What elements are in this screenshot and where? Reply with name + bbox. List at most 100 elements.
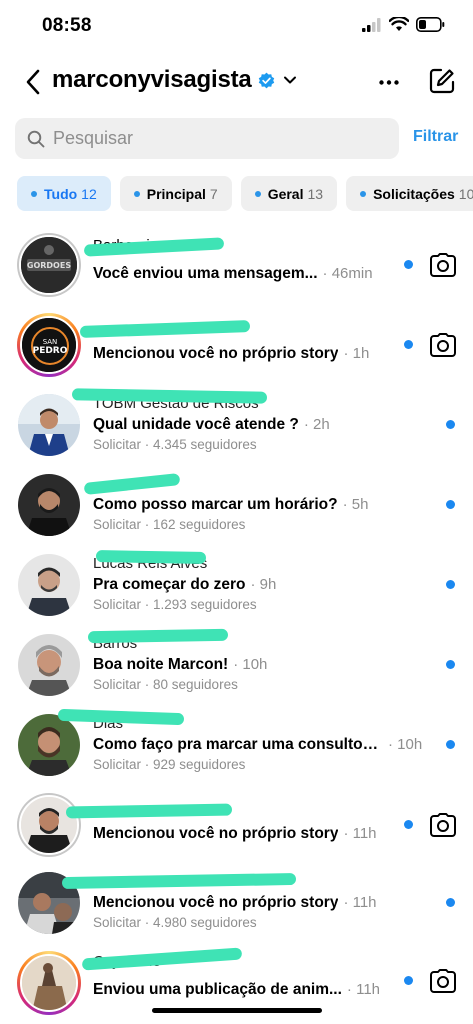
unread-dot-icon — [133, 190, 140, 197]
conversation-preview: Enviou uma publicação de anim... · 11h — [93, 981, 380, 999]
camera-icon — [430, 813, 456, 837]
avatar-image — [18, 634, 80, 696]
conversation-preview: Mencionou você no próprio story · 11h — [93, 825, 377, 843]
conversation-row[interactable]: Como posso marcar um horário? · 5h Solic… — [0, 465, 473, 545]
chip-general[interactable]: Geral 13 — [240, 176, 338, 211]
chip-count: 12 — [81, 185, 97, 202]
redaction-mark — [95, 550, 207, 564]
avatar-image — [21, 797, 77, 853]
conversation-meta: Solicitar · 80 seguidores — [93, 677, 238, 692]
chip-label: Solicitações — [373, 185, 455, 202]
svg-text:PEDRO: PEDRO — [33, 346, 68, 356]
chip-count: 7 — [209, 185, 218, 202]
filter-button[interactable]: Filtrar — [413, 128, 458, 146]
redaction-mark — [61, 872, 297, 890]
unread-dot — [446, 420, 455, 429]
camera-button[interactable] — [428, 250, 458, 280]
unread-dot — [446, 500, 455, 509]
unread-dot — [446, 660, 455, 669]
redaction-mark — [87, 628, 229, 644]
status-icons — [362, 17, 445, 32]
conversation-row[interactable]: Lucas Reis Alves Pra começar do zero · 9… — [0, 545, 473, 625]
redaction-mark — [83, 473, 181, 495]
message-time: · 46min — [322, 265, 373, 282]
unread-dot — [446, 580, 455, 589]
conversation-preview: Você enviou uma mensagem... · 46min — [93, 265, 373, 283]
svg-text:SAN: SAN — [43, 338, 58, 346]
search-bar[interactable] — [15, 118, 399, 159]
more-icon — [379, 79, 399, 85]
camera-icon — [430, 253, 456, 277]
avatar-image: GORDOES — [21, 237, 77, 293]
message-text: Como faço pra marcar uma consultori... — [93, 736, 383, 753]
conversation-row[interactable]: Mencionou você no próprio story · 11h So… — [0, 865, 473, 945]
conversation-row[interactable]: Barros Boa noite Marcon! · 10h Solicitar… — [0, 625, 473, 705]
camera-button[interactable] — [428, 330, 458, 360]
home-indicator[interactable] — [152, 1008, 322, 1013]
message-text: Pra começar do zero — [93, 576, 246, 593]
message-text: Mencionou você no próprio story — [93, 345, 339, 362]
compose-icon — [429, 68, 455, 94]
message-time: · 11h — [346, 981, 380, 998]
avatar-image — [18, 714, 80, 776]
avatar — [18, 394, 80, 456]
conversation-preview: Pra começar do zero · 9h — [93, 576, 276, 594]
avatar — [18, 714, 80, 776]
chip-label: Tudo — [44, 185, 78, 202]
unread-dot — [446, 898, 455, 907]
back-icon — [26, 69, 40, 95]
conversation-preview: Como posso marcar um horário? · 5h — [93, 496, 368, 514]
conversation-row[interactable]: SAN PEDRO Mencionou você no próprio stor… — [0, 305, 473, 385]
chevron-down-icon — [283, 76, 296, 84]
conversation-meta: Solicitar · 162 seguidores — [93, 517, 246, 532]
unread-dot — [404, 260, 413, 269]
avatar — [18, 474, 80, 536]
conversation-meta: Solicitar · 4.980 seguidores — [93, 915, 257, 930]
unread-dot — [446, 740, 455, 749]
unread-dot — [404, 820, 413, 829]
chip-requests[interactable]: Solicitações 10 — [346, 176, 473, 211]
message-time: · 11h — [343, 825, 377, 842]
avatar: SAN PEDRO — [17, 313, 81, 377]
username: marconyvisagista — [52, 66, 252, 93]
conversation-row[interactable]: Dias Como faço pra marcar uma consultori… — [0, 705, 473, 785]
conversation-meta: Solicitar · 4.345 seguidores — [93, 437, 257, 452]
message-time: · 10h — [233, 656, 268, 673]
unread-dot-icon — [31, 190, 37, 197]
avatar — [18, 554, 80, 616]
conversation-row[interactable]: Mencionou você no próprio story · 11h — [0, 785, 473, 865]
avatar — [17, 951, 81, 1015]
message-text: Mencionou você no próprio story — [93, 894, 339, 911]
message-time: · 11h — [343, 894, 377, 911]
message-time: · 2h — [303, 416, 330, 433]
back-button[interactable] — [20, 67, 46, 97]
chip-primary[interactable]: Principal 7 — [119, 176, 232, 211]
chip-all[interactable]: Tudo 12 — [17, 176, 111, 211]
redaction-mark — [81, 947, 243, 971]
chip-count: 10 — [458, 185, 473, 202]
conversation-row[interactable]: TOBM Gestão de Riscos Qual unidade você … — [0, 385, 473, 465]
conversation-row[interactable]: GORDOES Barbearia Você enviou uma mensag… — [0, 225, 473, 305]
redaction-mark — [79, 320, 251, 338]
camera-button[interactable] — [428, 966, 458, 996]
avatar-image — [18, 394, 80, 456]
camera-button[interactable] — [428, 810, 458, 840]
header: marconyvisagista — [0, 62, 473, 102]
avatar — [17, 793, 81, 857]
message-time: · 10h — [388, 736, 423, 753]
conversation-preview: Qual unidade você atende ? · 2h — [93, 416, 330, 434]
status-time: 08:58 — [42, 15, 92, 36]
camera-icon — [430, 333, 456, 357]
message-text: Boa noite Marcon! — [93, 656, 229, 673]
unread-dot — [404, 340, 413, 349]
search-input[interactable] — [53, 128, 373, 149]
message-text: Como posso marcar um horário? — [93, 496, 338, 513]
compose-button[interactable] — [427, 66, 457, 96]
verified-icon — [258, 72, 274, 88]
message-time: · 5h — [342, 496, 369, 513]
conversation-meta: Solicitar · 929 seguidores — [93, 757, 246, 772]
unread-dot-icon — [254, 190, 261, 197]
conversation-preview: Como faço pra marcar uma consultori... ·… — [93, 736, 422, 754]
account-switcher[interactable]: marconyvisagista — [52, 66, 297, 94]
more-button[interactable] — [376, 68, 402, 96]
